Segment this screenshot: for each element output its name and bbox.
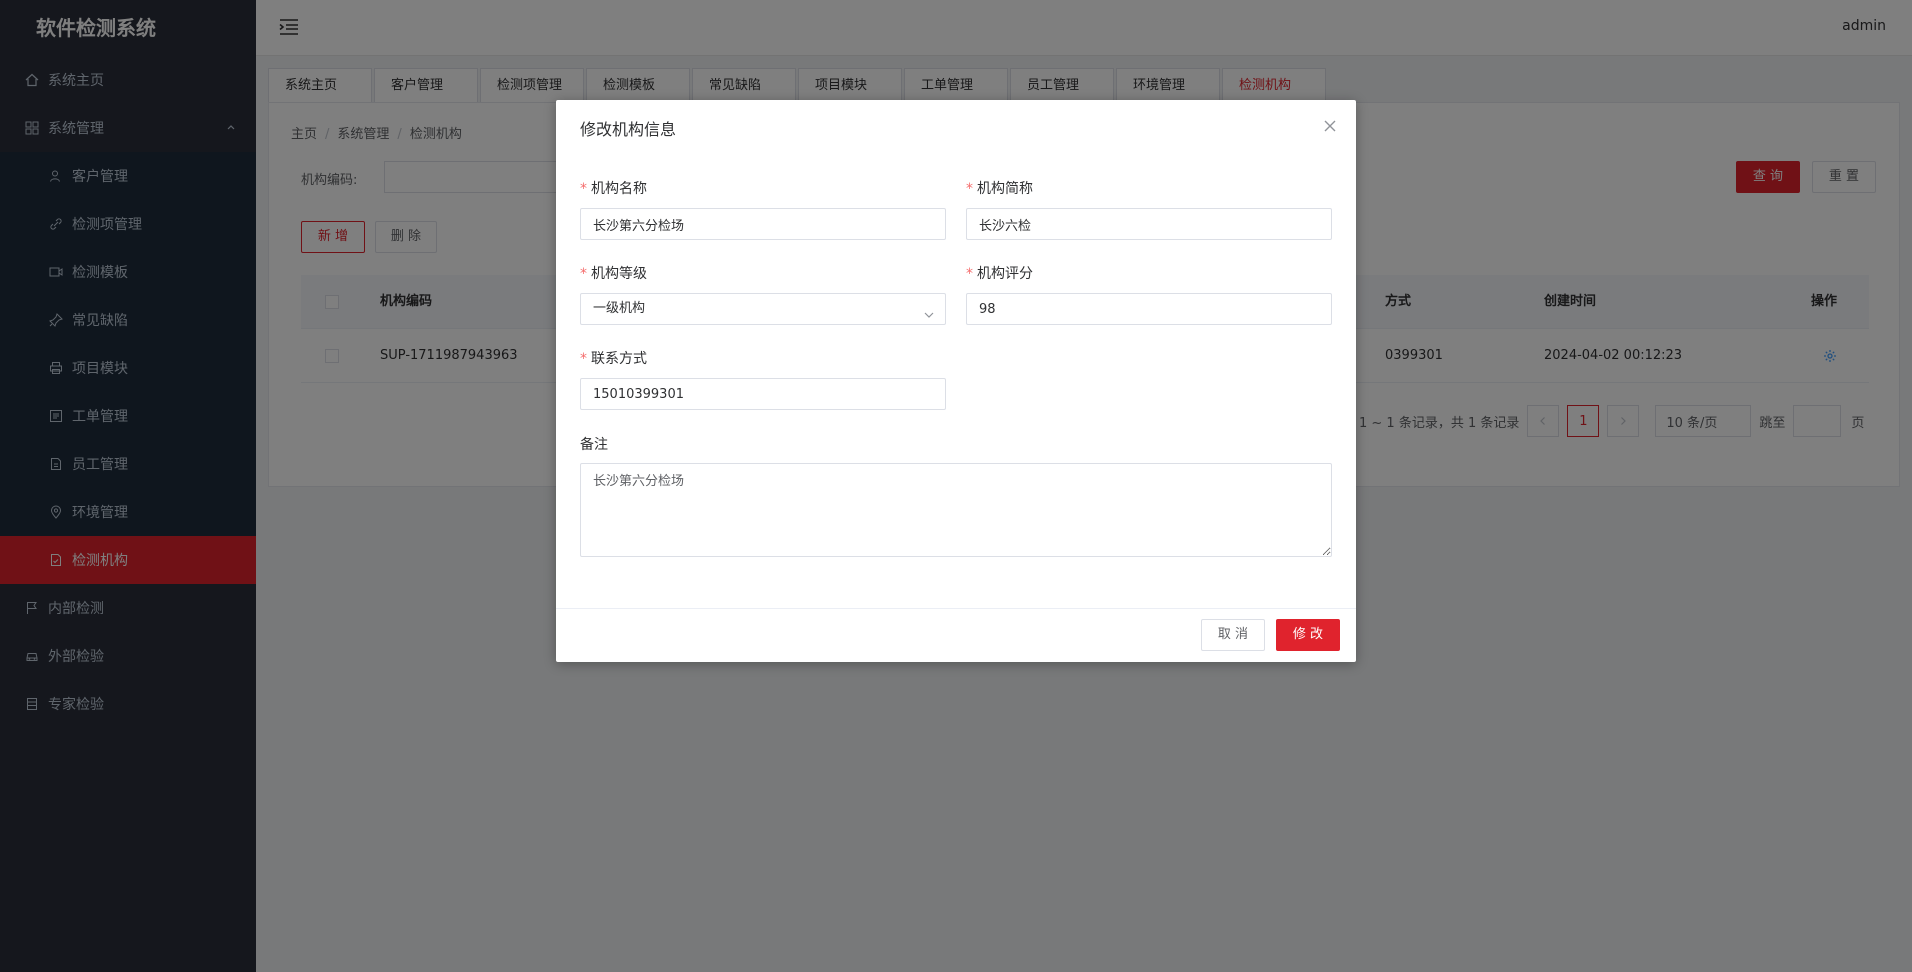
remark-label: 备注 [580,437,608,453]
level-label: * 机构等级 [580,266,647,282]
name-label: * 机构名称 [580,181,647,197]
short-name-label: * 机构简称 [966,181,1033,197]
chevron-down-icon [923,303,935,318]
close-icon[interactable] [1322,118,1338,134]
contact-label: * 联系方式 [580,351,647,367]
submit-button[interactable]: 修 改 [1276,619,1340,651]
score-label: * 机构评分 [966,266,1033,282]
institution-short-name-input[interactable] [966,208,1332,240]
dialog-title: 修改机构信息 [580,120,677,139]
level-select-value: 一级机构 [593,301,646,316]
institution-name-input[interactable] [580,208,946,240]
dialog-footer: 取 消 修 改 [556,608,1356,662]
remark-textarea[interactable]: 长沙第六分检场 [580,463,1332,557]
institution-score-input[interactable] [966,293,1332,325]
contact-input[interactable] [580,378,946,410]
edit-institution-dialog: 修改机构信息 *机构名称 *机构简称 *机构等级 一级机构 *机构评分 *联系方… [556,100,1356,662]
cancel-button[interactable]: 取 消 [1201,619,1265,651]
institution-level-select[interactable]: 一级机构 [580,293,946,325]
